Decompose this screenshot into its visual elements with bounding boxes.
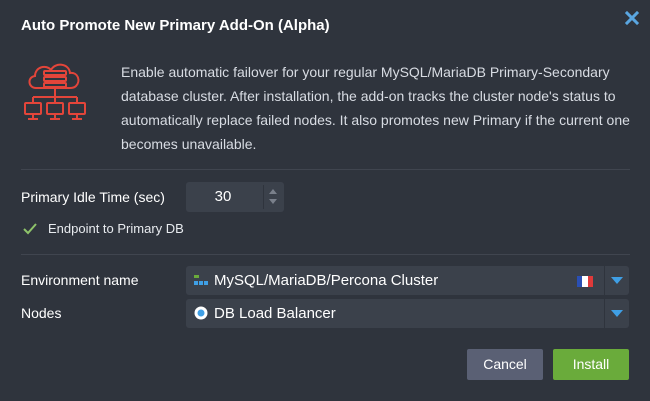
stepper-arrows[interactable] xyxy=(263,185,282,209)
cancel-button[interactable]: Cancel xyxy=(467,349,543,380)
chevron-down-icon[interactable] xyxy=(604,266,629,295)
france-flag-icon xyxy=(577,276,593,287)
environment-value: MySQL/MariaDB/Percona Cluster xyxy=(214,272,439,289)
decrement-icon[interactable] xyxy=(269,199,277,204)
divider xyxy=(21,169,630,170)
cluster-icon xyxy=(194,273,208,287)
cloud-network-icon xyxy=(22,57,94,127)
chevron-down-icon[interactable] xyxy=(604,299,629,328)
load-balancer-icon xyxy=(194,306,208,320)
environment-select[interactable]: MySQL/MariaDB/Percona Cluster xyxy=(186,266,629,295)
dialog: Auto Promote New Primary Add-On (Alpha) xyxy=(0,0,650,401)
endpoint-checkbox[interactable] xyxy=(22,221,38,237)
increment-icon[interactable] xyxy=(269,189,277,194)
close-icon[interactable] xyxy=(622,8,642,28)
dialog-title: Auto Promote New Primary Add-On (Alpha) xyxy=(21,17,330,34)
dialog-description: Enable automatic failover for your regul… xyxy=(121,64,630,152)
nodes-label: Nodes xyxy=(21,305,62,321)
divider xyxy=(21,254,630,255)
nodes-select[interactable]: DB Load Balancer xyxy=(186,299,629,328)
check-icon xyxy=(23,223,37,235)
endpoint-label[interactable]: Endpoint to Primary DB xyxy=(48,221,184,236)
idle-time-label: Primary Idle Time (sec) xyxy=(21,189,165,205)
idle-time-value[interactable]: 30 xyxy=(186,182,260,212)
environment-label: Environment name xyxy=(21,272,139,288)
install-button[interactable]: Install xyxy=(553,349,629,380)
idle-time-stepper[interactable]: 30 xyxy=(186,182,284,212)
nodes-value: DB Load Balancer xyxy=(214,305,336,322)
